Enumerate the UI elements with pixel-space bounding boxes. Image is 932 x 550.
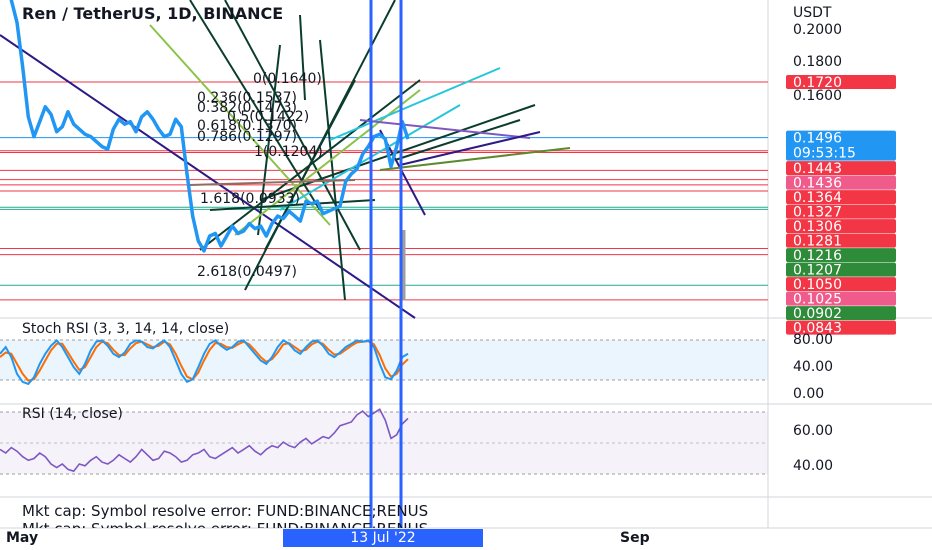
price-tick: 0.1800 (793, 54, 842, 70)
rsi-tick: 40.00 (793, 458, 833, 474)
rsi-tick: 60.00 (793, 423, 833, 439)
chart-canvas[interactable]: 0(0.1640) 0.236(0.1537) 0.382(0.1473) 0.… (0, 0, 932, 550)
fib-label: 0(0.1640) (253, 71, 322, 87)
stoch-rsi-label[interactable]: Stoch RSI (3, 3, 14, 14, close) (22, 321, 229, 337)
mkt-cap-error-2: Mkt cap: Symbol resolve error: FUND:BINA… (22, 520, 428, 528)
crosshair-date-label: 13 Jul '22 (283, 529, 483, 547)
stoch-tick: 0.00 (793, 386, 824, 402)
stoch-tick: 80.00 (793, 332, 833, 348)
fib-label: 1.618(0.0933) (200, 191, 300, 207)
price-badge-label: 0.1496 (793, 131, 842, 147)
mkt-cap-error: Mkt cap: Symbol resolve error: FUND:BINA… (22, 502, 429, 520)
price-badge: 0.1720 (786, 74, 896, 91)
price-tick: 0.2000 (793, 22, 842, 38)
symbol-title[interactable]: Ren / TetherUS, 1D, BINANCE (22, 4, 283, 23)
trendline[interactable] (299, 14, 306, 101)
time-label-may: May (6, 530, 39, 546)
axis-currency: USDT (793, 5, 832, 21)
price-badge-label: 0.1720 (793, 75, 842, 91)
price-badge-countdown: 09:53:15 (793, 146, 856, 162)
trendline[interactable] (329, 67, 501, 141)
price-badges: 0.17200.149609:53:150.14430.14360.13640.… (786, 74, 896, 337)
rsi-label[interactable]: RSI (14, close) (22, 406, 123, 422)
fib-label: 1(0.1204) (254, 144, 323, 160)
fib-label: 0.786(0.1297) (197, 129, 297, 145)
price-badge: 0.149609:53:15 (786, 130, 896, 162)
time-label-sep: Sep (620, 530, 650, 546)
stoch-tick: 40.00 (793, 359, 833, 375)
fib-label: 2.618(0.0497) (197, 264, 297, 280)
